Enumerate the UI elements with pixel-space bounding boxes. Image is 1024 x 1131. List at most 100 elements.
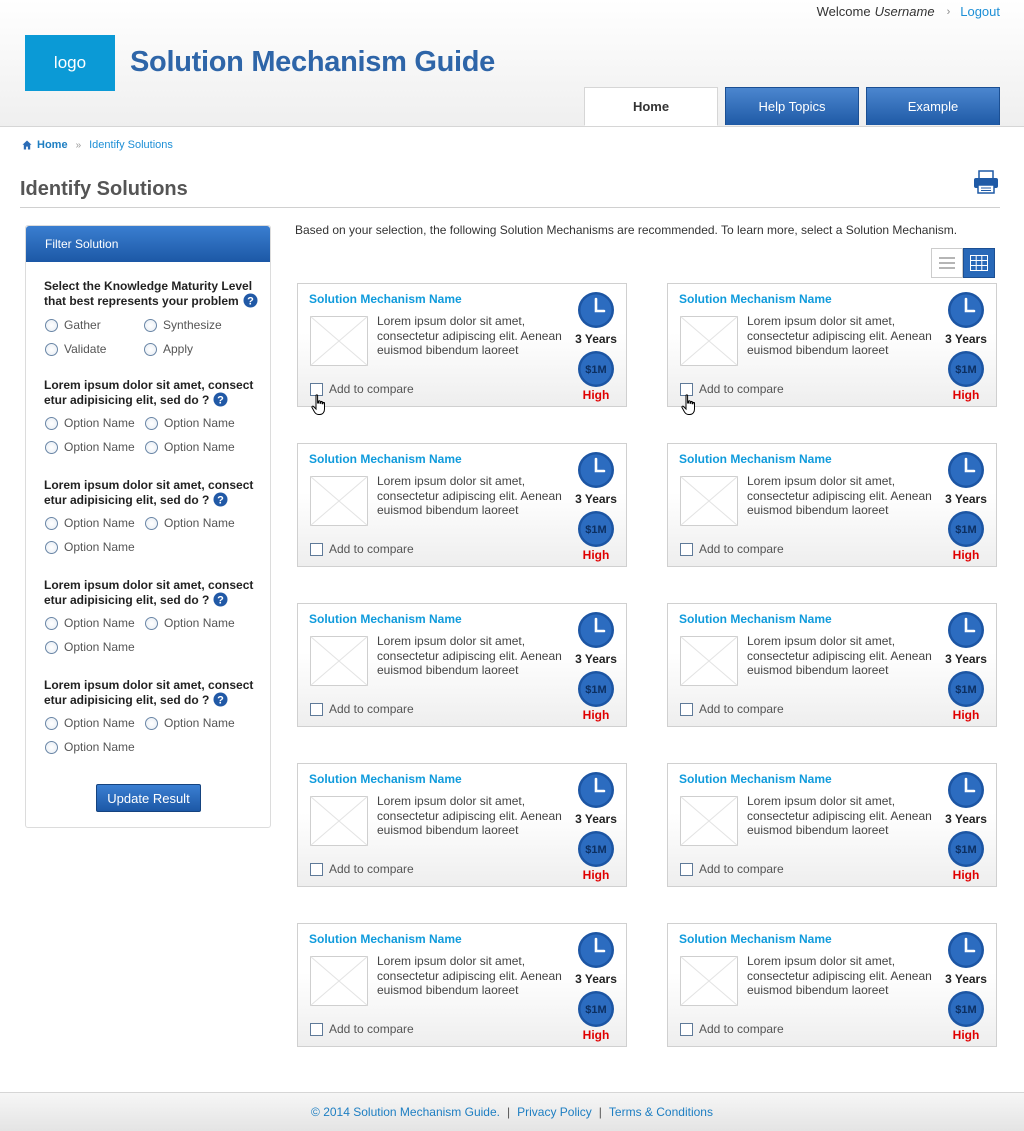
filter-group: Lorem ipsum dolor sit amet, consect etur… — [44, 578, 264, 654]
filter-question: Lorem ipsum dolor sit amet, consect etur… — [44, 578, 264, 610]
radio-option[interactable]: Gather — [45, 318, 101, 332]
terms-link[interactable]: Terms & Conditions — [609, 1105, 713, 1119]
radio-option[interactable]: Option Name — [45, 440, 135, 454]
compare-checkbox[interactable] — [310, 702, 323, 716]
solution-name-link[interactable]: Solution Mechanism Name — [309, 772, 462, 786]
help-icon[interactable]: ? — [213, 492, 228, 510]
radio-option[interactable]: Option Name — [145, 440, 235, 454]
radio-option[interactable]: Option Name — [45, 540, 135, 554]
solution-name-link[interactable]: Solution Mechanism Name — [679, 612, 832, 626]
radio-option[interactable]: Option Name — [145, 716, 235, 730]
compare-checkbox[interactable] — [680, 542, 693, 556]
radio-option[interactable]: Option Name — [145, 416, 235, 430]
logout-link[interactable]: Logout — [960, 4, 1000, 19]
radio-option[interactable]: Option Name — [45, 716, 135, 730]
solution-risk: High — [582, 868, 610, 882]
radio-button[interactable] — [45, 440, 58, 454]
add-to-compare[interactable]: Add to compare — [310, 542, 414, 556]
add-to-compare[interactable]: Add to compare — [310, 1022, 414, 1036]
welcome-text: Welcome — [816, 4, 871, 19]
filter-group-maturity: Select the Knowledge Maturity Level that… — [44, 279, 264, 356]
radio-button[interactable] — [45, 616, 58, 630]
radio-option[interactable]: Option Name — [45, 740, 135, 754]
print-icon[interactable] — [972, 170, 1000, 194]
radio-button[interactable] — [45, 640, 58, 654]
solution-card[interactable]: Solution Mechanism Name Lorem ipsum dolor… — [297, 763, 627, 887]
radio-option[interactable]: Option Name — [45, 416, 135, 430]
help-icon[interactable]: ? — [213, 692, 228, 710]
add-to-compare[interactable]: Add to compare — [680, 702, 784, 716]
add-to-compare[interactable]: Add to compare — [680, 542, 784, 556]
radio-button[interactable] — [45, 516, 58, 530]
radio-label: Option Name — [164, 516, 235, 530]
radio-label: Option Name — [64, 740, 135, 754]
solution-name-link[interactable]: Solution Mechanism Name — [679, 452, 832, 466]
solution-name-link[interactable]: Solution Mechanism Name — [679, 772, 832, 786]
chevron-right-icon: › — [946, 5, 951, 18]
compare-checkbox[interactable] — [680, 702, 693, 716]
radio-button[interactable] — [145, 716, 158, 730]
solution-card[interactable]: Solution Mechanism Name Lorem ipsum dolor… — [297, 283, 627, 415]
radio-button[interactable] — [45, 342, 58, 356]
solution-name-link[interactable]: Solution Mechanism Name — [309, 612, 462, 626]
radio-option[interactable]: Synthesize — [144, 318, 222, 332]
radio-button[interactable] — [144, 318, 157, 332]
solution-name-link[interactable]: Solution Mechanism Name — [679, 292, 832, 306]
username: Username — [874, 4, 935, 19]
solution-description: Lorem ipsum dolor sit amet, consectetur … — [377, 794, 562, 837]
radio-button[interactable] — [145, 616, 158, 630]
radio-button[interactable] — [45, 716, 58, 730]
tab-example[interactable]: Example — [866, 87, 1000, 125]
compare-label: Add to compare — [329, 1022, 414, 1036]
radio-option[interactable]: Apply — [144, 342, 193, 356]
privacy-policy-link[interactable]: Privacy Policy — [517, 1105, 592, 1119]
compare-checkbox[interactable] — [310, 1022, 323, 1036]
radio-button[interactable] — [145, 440, 158, 454]
add-to-compare[interactable]: Add to compare — [680, 862, 784, 876]
add-to-compare[interactable]: Add to compare — [310, 702, 414, 716]
radio-button[interactable] — [45, 416, 58, 430]
breadcrumb-home[interactable]: Home — [37, 139, 68, 151]
solution-card[interactable]: Solution Mechanism Name Lorem ipsum dolor… — [667, 923, 997, 1047]
list-view-button[interactable] — [931, 248, 963, 278]
help-icon[interactable]: ? — [213, 592, 228, 610]
radio-button[interactable] — [45, 540, 58, 554]
radio-button[interactable] — [45, 740, 58, 754]
compare-checkbox[interactable] — [680, 1022, 693, 1036]
clock-icon — [948, 612, 984, 648]
help-icon[interactable]: ? — [213, 392, 228, 410]
compare-checkbox[interactable] — [680, 862, 693, 876]
radio-option[interactable]: Validate — [45, 342, 106, 356]
solution-card[interactable]: Solution Mechanism Name Lorem ipsum dolor… — [667, 603, 997, 727]
solution-name-link[interactable]: Solution Mechanism Name — [309, 292, 462, 306]
compare-checkbox[interactable] — [310, 542, 323, 556]
radio-option[interactable]: Option Name — [45, 640, 135, 654]
solution-card[interactable]: Solution Mechanism Name Lorem ipsum dolor… — [297, 923, 627, 1047]
solution-card[interactable]: Solution Mechanism Name Lorem ipsum dolor… — [667, 283, 997, 415]
add-to-compare[interactable]: Add to compare — [680, 1022, 784, 1036]
solution-card[interactable]: Solution Mechanism Name Lorem ipsum dolor… — [297, 603, 627, 727]
add-to-compare[interactable]: Add to compare — [310, 862, 414, 876]
radio-button[interactable] — [145, 416, 158, 430]
radio-option[interactable]: Option Name — [45, 516, 135, 530]
help-icon[interactable]: ? — [243, 293, 258, 311]
solution-name-link[interactable]: Solution Mechanism Name — [679, 932, 832, 946]
solution-card[interactable]: Solution Mechanism Name Lorem ipsum dolor… — [297, 443, 627, 567]
grid-view-button[interactable] — [963, 248, 995, 278]
tab-home[interactable]: Home — [584, 87, 718, 126]
compare-checkbox[interactable] — [310, 862, 323, 876]
radio-option[interactable]: Option Name — [145, 516, 235, 530]
solution-name-link[interactable]: Solution Mechanism Name — [309, 452, 462, 466]
radio-button[interactable] — [144, 342, 157, 356]
solution-card[interactable]: Solution Mechanism Name Lorem ipsum dolor… — [667, 443, 997, 567]
logo[interactable]: logo — [25, 35, 115, 91]
radio-button[interactable] — [45, 318, 58, 332]
update-result-button[interactable]: Update Result — [96, 784, 201, 812]
radio-option[interactable]: Option Name — [145, 616, 235, 630]
radio-button[interactable] — [145, 516, 158, 530]
radio-option[interactable]: Option Name — [45, 616, 135, 630]
list-view-icon — [939, 257, 955, 269]
solution-card[interactable]: Solution Mechanism Name Lorem ipsum dolor… — [667, 763, 997, 887]
tab-help-topics[interactable]: Help Topics — [725, 87, 859, 125]
solution-name-link[interactable]: Solution Mechanism Name — [309, 932, 462, 946]
